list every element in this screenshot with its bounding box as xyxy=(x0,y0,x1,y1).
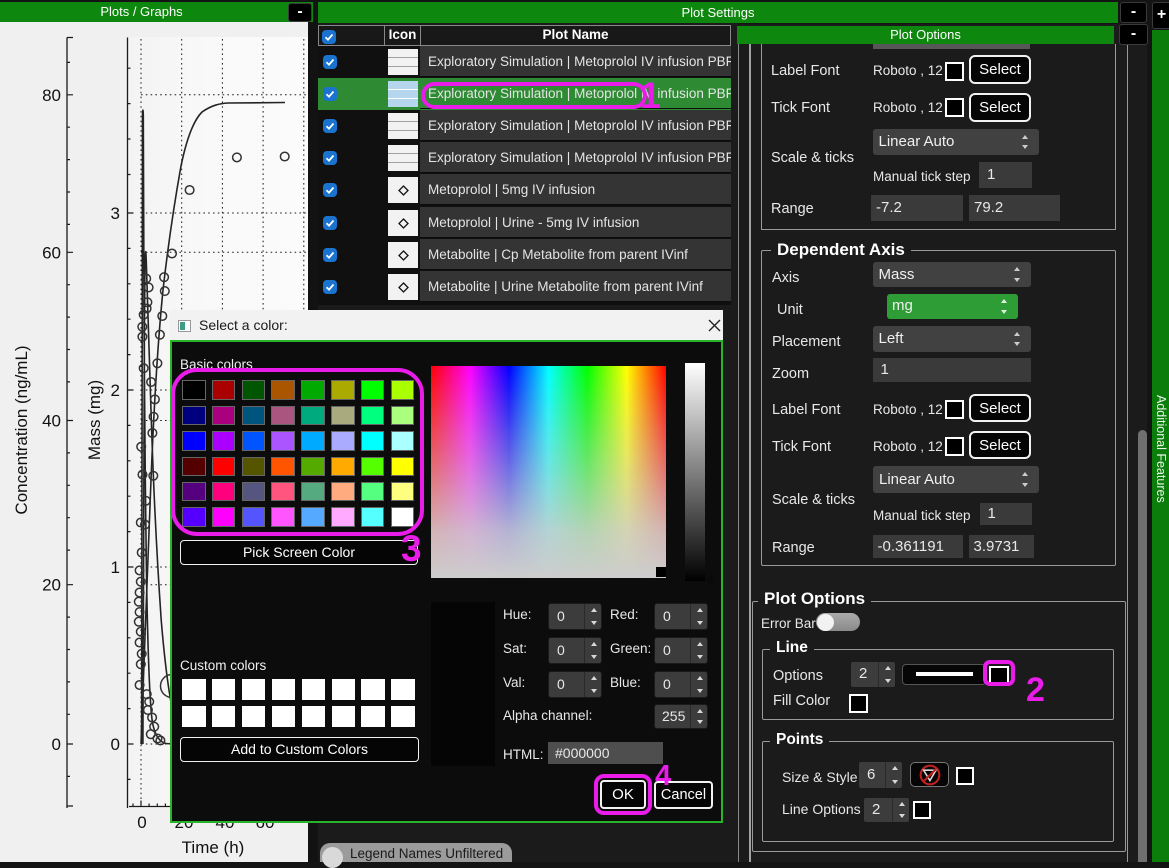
svg-text:1: 1 xyxy=(111,558,120,577)
svg-text:0: 0 xyxy=(111,735,120,754)
svg-text:20: 20 xyxy=(42,576,61,595)
svg-text:60: 60 xyxy=(42,243,61,262)
svg-text:Concentration (ng/mL): Concentration (ng/mL) xyxy=(12,345,31,514)
svg-text:40: 40 xyxy=(42,412,61,431)
svg-text:2: 2 xyxy=(111,381,120,400)
svg-text:0: 0 xyxy=(137,813,146,832)
svg-text:0: 0 xyxy=(52,735,61,754)
svg-text:80: 80 xyxy=(42,86,61,105)
svg-text:3: 3 xyxy=(111,204,120,223)
svg-text:Mass (mg): Mass (mg) xyxy=(85,380,104,460)
svg-text:Time (h): Time (h) xyxy=(182,838,245,857)
